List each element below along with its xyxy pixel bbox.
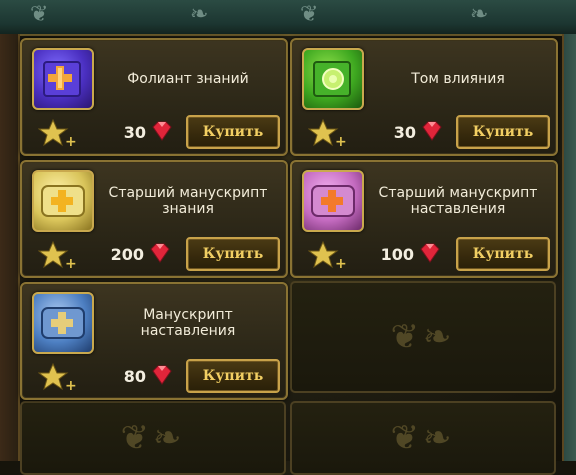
green-tome-icon bbox=[302, 48, 364, 110]
svg-text:+: + bbox=[65, 256, 77, 270]
empty-slot: ❦❧ bbox=[20, 401, 286, 475]
shop-item-card: + Старший манускрипт знания 200 Купить bbox=[20, 160, 288, 278]
star-plus-icon[interactable]: + bbox=[308, 118, 348, 148]
ornament-icon: ❧ bbox=[190, 2, 209, 27]
shop-item-card: + Манускрипт наставления 80 Купить bbox=[20, 282, 288, 400]
item-price: 80 bbox=[123, 367, 146, 386]
item-price: 100 bbox=[380, 245, 414, 264]
ornament-icon: ❦ bbox=[300, 2, 319, 27]
buy-button[interactable]: Купить bbox=[186, 115, 280, 149]
buy-button[interactable]: Купить bbox=[456, 115, 550, 149]
shop-item-card: + Старший манускрипт наставления 100 Куп… bbox=[290, 160, 558, 278]
star-plus-icon[interactable]: + bbox=[38, 240, 78, 270]
ornament-icon: ❦ bbox=[30, 2, 49, 27]
purple-tome-icon bbox=[32, 48, 94, 110]
pink-scroll-icon bbox=[302, 170, 364, 232]
buy-button[interactable]: Купить bbox=[456, 237, 550, 271]
ruby-gem-icon bbox=[150, 243, 170, 263]
ruby-gem-icon bbox=[420, 243, 440, 263]
blue-scroll-icon bbox=[32, 292, 94, 354]
right-frame bbox=[562, 34, 576, 461]
shop-item-card: + Том влияния 30 Купить bbox=[290, 38, 558, 156]
svg-text:+: + bbox=[65, 134, 77, 148]
shop-item-card: + Фолиант знаний 30 Купить bbox=[20, 38, 288, 156]
ornament-icon: ❦❧ bbox=[390, 418, 456, 458]
item-title: Фолиант знаний bbox=[127, 71, 249, 87]
svg-text:+: + bbox=[335, 134, 347, 148]
top-ornament-bar: ❦ ❧ ❦ ❧ bbox=[0, 0, 576, 36]
item-price: 200 bbox=[110, 245, 144, 264]
svg-text:+: + bbox=[65, 378, 77, 392]
item-price: 30 bbox=[123, 123, 146, 142]
ruby-gem-icon bbox=[152, 365, 172, 385]
buy-button[interactable]: Купить bbox=[186, 237, 280, 271]
item-title: Манускрипт наставления bbox=[140, 307, 236, 339]
empty-slot: ❦❧ bbox=[290, 401, 556, 475]
golden-scroll-icon bbox=[32, 170, 94, 232]
ornament-icon: ❧ bbox=[470, 2, 489, 27]
item-title: Старший манускрипт наставления bbox=[378, 185, 538, 217]
left-frame bbox=[0, 34, 20, 461]
buy-button[interactable]: Купить bbox=[186, 359, 280, 393]
item-title: Старший манускрипт знания bbox=[108, 185, 268, 217]
ornament-icon: ❦❧ bbox=[390, 317, 456, 357]
empty-slot: ❦❧ bbox=[290, 281, 556, 393]
star-plus-icon[interactable]: + bbox=[38, 118, 78, 148]
item-price: 30 bbox=[393, 123, 416, 142]
ruby-gem-icon bbox=[422, 121, 442, 141]
item-title: Том влияния bbox=[411, 71, 505, 87]
star-plus-icon[interactable]: + bbox=[308, 240, 348, 270]
star-plus-icon[interactable]: + bbox=[38, 362, 78, 392]
svg-text:+: + bbox=[335, 256, 347, 270]
ornament-icon: ❦❧ bbox=[120, 418, 186, 458]
ruby-gem-icon bbox=[152, 121, 172, 141]
